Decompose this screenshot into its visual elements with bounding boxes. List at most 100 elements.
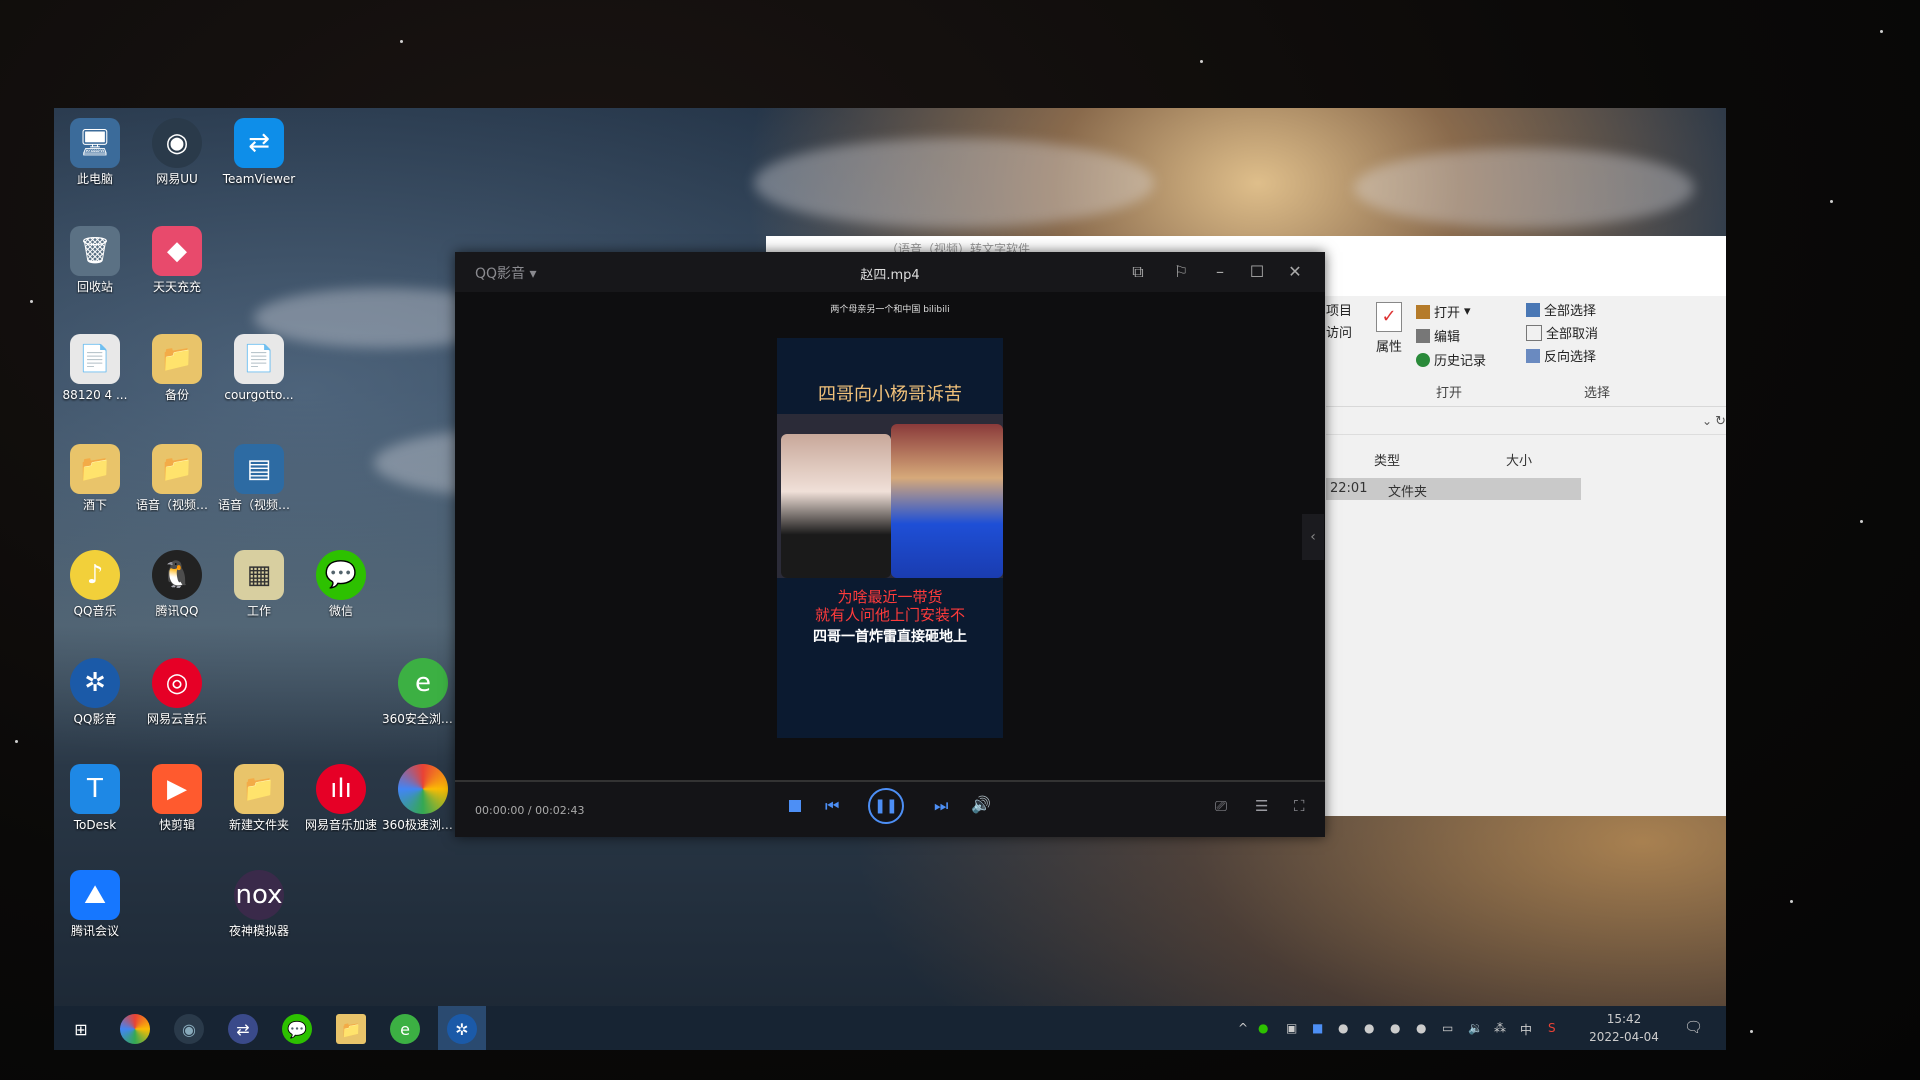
teamviewer-icon[interactable]: ⇄	[228, 1014, 258, 1044]
desktop-icon-computer[interactable]: 🖥 此电脑	[54, 112, 136, 208]
previous-icon[interactable]: ⏮	[825, 796, 839, 816]
player-title: 赵四.mp4	[860, 268, 920, 283]
tray-wechat-icon[interactable]: ●	[1258, 1021, 1268, 1035]
column-header-type[interactable]: 类型	[1374, 450, 1400, 469]
select-none-button[interactable]: 全部取消	[1526, 323, 1598, 342]
group-select-label: 选择	[1584, 386, 1611, 401]
tray-wifi-icon[interactable]: ⁂	[1494, 1021, 1506, 1035]
desktop-icon-courgotto[interactable]: 📄 courgotto...	[218, 328, 300, 424]
desktop-icon-qqplayer[interactable]: ✲ QQ影音	[54, 652, 136, 748]
edit-button[interactable]: 编辑	[1416, 326, 1460, 345]
desktop-icon-qqmusic[interactable]: ♪ QQ音乐	[54, 544, 136, 640]
select-all-icon	[1526, 302, 1540, 317]
tray-network-icon[interactable]: ▣	[1286, 1021, 1297, 1035]
chrome-icon[interactable]	[120, 1014, 150, 1044]
qq-icon: 🐧	[152, 550, 202, 600]
desktop-icon-todesk[interactable]: T ToDesk	[54, 758, 136, 854]
file-row[interactable]: 22:01 文件夹	[1326, 478, 1581, 500]
windows-start-icon[interactable]: ⊞	[66, 1014, 96, 1044]
tray-app-icon[interactable]: ■	[1312, 1021, 1323, 1035]
folder-icon: 📁	[152, 444, 202, 494]
stop-button[interactable]	[789, 800, 801, 812]
qqplayer-icon: ✲	[447, 1014, 477, 1044]
desktop-icon-netease-accel[interactable]: ılı 网易音乐加速	[300, 758, 382, 854]
desktop-icon-file[interactable]: 📄 88120 4 ...	[54, 328, 136, 424]
volume-icon[interactable]: 🔊	[971, 795, 991, 814]
tray-qq-icon[interactable]: ●	[1364, 1021, 1374, 1035]
video-frame[interactable]: 四哥向小杨哥诉苦 为啥最近一带货 就有人问他上门安装不 四哥一首炸雷直接砸地上	[777, 338, 1003, 738]
desktop-icon-recycle[interactable]: 🗑 回收站	[54, 220, 136, 316]
desktop-icon-meeting[interactable]: ⛰ 腾讯会议	[54, 864, 136, 960]
tray-qq-icon[interactable]: ●	[1338, 1021, 1348, 1035]
qqplayer-icon: ✲	[70, 658, 120, 708]
open-button[interactable]: 打开 ▾	[1416, 302, 1471, 321]
desktop-icon-qq[interactable]: 🐧 腾讯QQ	[136, 544, 218, 640]
explorer-ribbon: 项目 访问 ✓ 属性 打开 ▾ 编辑 历史记录 打开 全部选择 全部取消 反向选择…	[1326, 296, 1726, 407]
player-controls: 00:00:00 / 00:02:43 ⏮ ❚❚ ⏭ 🔊 ⎚ ☰ ⛶	[455, 782, 1325, 837]
netease-music-icon: ◎	[152, 658, 202, 708]
desktop-icon-nox[interactable]: nox 夜神模拟器	[218, 864, 300, 960]
desktop-icon-folder-voice[interactable]: 📁语音（视频）转文字软件	[136, 438, 218, 534]
desktop-icon-backup[interactable]: 📁 备份	[136, 328, 218, 424]
desktop-icon-work[interactable]: ▦ 工作	[218, 544, 300, 640]
select-all-button[interactable]: 全部选择	[1526, 300, 1596, 319]
qqmusic-icon: ♪	[70, 550, 120, 600]
settings-icon[interactable]: ☰	[1255, 797, 1268, 815]
game-icon: ◆	[152, 226, 202, 276]
refresh-icon[interactable]: ↻	[1715, 414, 1726, 429]
desktop-icon-teamviewer[interactable]: ⇄ TeamViewer	[218, 112, 300, 208]
desktop-icon-wechat[interactable]: 💬 微信	[300, 544, 382, 640]
chevron-down-icon: ⌄	[1701, 414, 1712, 428]
desktop-icon-game[interactable]: ◆ 天天充充	[136, 220, 218, 316]
group-open-label: 打开	[1436, 386, 1463, 401]
tray-clock[interactable]: 15:42 2022-04-04	[1584, 1010, 1664, 1046]
tray-time: 15:42	[1606, 1012, 1642, 1026]
fullscreen-icon[interactable]: ⛶	[1294, 797, 1305, 815]
tray-ime[interactable]: 中	[1520, 1021, 1532, 1038]
maximize-icon[interactable]: ☐	[1247, 262, 1267, 282]
ribbon-item-mid[interactable]: 访问	[1326, 322, 1352, 341]
taskbar-active-qqplayer[interactable]: ✲	[438, 1006, 486, 1050]
desktop-icon-uu[interactable]: ◉ 网易UU	[136, 112, 218, 208]
wechat-icon[interactable]: 💬	[282, 1014, 312, 1044]
pause-button[interactable]: ❚❚	[868, 788, 904, 824]
minimize-icon[interactable]: –	[1210, 262, 1230, 282]
side-panel-toggle[interactable]: ‹	[1302, 514, 1324, 560]
desktop-icon-360browser[interactable]: e 360安全浏览器	[382, 652, 464, 748]
todesk-icon: T	[70, 764, 120, 814]
invert-selection-button[interactable]: 反向选择	[1526, 346, 1596, 365]
tray-qq-icon[interactable]: ●	[1390, 1021, 1400, 1035]
tray-sogou-icon[interactable]: S	[1548, 1021, 1556, 1035]
next-icon[interactable]: ⏭	[934, 796, 948, 816]
nox-icon: nox	[234, 870, 284, 920]
chrome-icon	[398, 764, 448, 814]
tray-chevron-up-icon[interactable]: ^	[1238, 1021, 1248, 1035]
desktop-icon-newfolder[interactable]: 📁 新建文件夹	[218, 758, 300, 854]
screenshot-icon[interactable]: ⧉	[1128, 262, 1148, 282]
desktop-icon-archive[interactable]: ▤语音（视频）转文字软件...	[218, 438, 300, 534]
cloud	[754, 138, 1154, 228]
notification-icon[interactable]: 🗨	[1684, 1018, 1703, 1036]
ribbon-item-top[interactable]: 项目	[1326, 300, 1352, 319]
browser360-icon[interactable]: e	[390, 1014, 420, 1044]
tray-battery-icon[interactable]: ▭	[1442, 1021, 1453, 1035]
close-icon[interactable]: ✕	[1285, 262, 1305, 282]
column-header-size[interactable]: 大小	[1506, 450, 1532, 469]
history-button[interactable]: 历史记录	[1416, 350, 1486, 369]
pin-icon[interactable]: ⚐	[1171, 262, 1191, 282]
tray-qq-icon[interactable]: ●	[1416, 1021, 1426, 1035]
uu-icon[interactable]: ◉	[174, 1014, 204, 1044]
file-explorer-icon[interactable]: 📁	[336, 1014, 366, 1044]
address-dropdown[interactable]: ⌄ ↻	[1326, 412, 1726, 435]
desktop-icon-netease-music[interactable]: ◎ 网易云音乐	[136, 652, 218, 748]
chevron-down-icon: ▾	[1464, 304, 1471, 319]
computer-icon: 🖥	[70, 118, 120, 168]
desktop-icon-kuaijianji[interactable]: ▶ 快剪辑	[136, 758, 218, 854]
properties-button[interactable]: ✓ 属性	[1376, 302, 1402, 355]
video-heading: 四哥向小杨哥诉苦	[818, 384, 962, 405]
desktop-icon-folder-jiuxia[interactable]: 📁 酒下	[54, 438, 136, 534]
tray-volume-icon[interactable]: 🔉	[1468, 1021, 1483, 1035]
player-titlebar[interactable]: QQ影音 ▾ 赵四.mp4 ⧉ ⚐ – ☐ ✕	[455, 252, 1325, 292]
desktop-icon-chrome360[interactable]: 360极速浏览器	[382, 758, 464, 854]
screen-capture-icon[interactable]: ⎚	[1215, 797, 1227, 815]
